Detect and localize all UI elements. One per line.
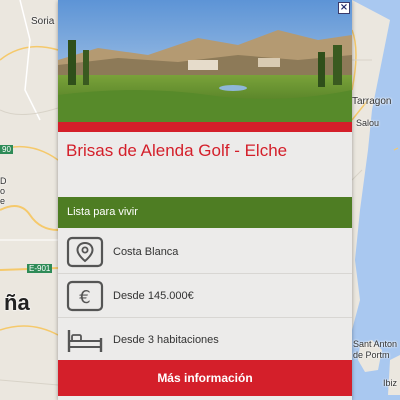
feature-bedrooms: Desde 3 habitaciones <box>58 318 352 362</box>
bed-icon <box>66 324 104 356</box>
property-photo <box>58 0 352 122</box>
map-label-edge-o: o <box>0 186 6 196</box>
road-shield-90: 90 <box>0 145 13 154</box>
property-title[interactable]: Brisas de Alenda Golf - Elche <box>66 141 346 161</box>
euro-icon: € <box>66 280 104 312</box>
road-shield-e901: E-901 <box>27 264 53 273</box>
map-label-ibiza: Ibiz <box>383 378 398 388</box>
map-label-spain: ña <box>4 290 30 315</box>
feature-price: € Desde 145.000€ <box>58 274 352 318</box>
title-accent-strip <box>58 122 352 132</box>
map-label-soria: Soria <box>31 16 55 27</box>
location-pin-icon <box>66 236 104 268</box>
map-label-salou: Salou <box>356 118 380 128</box>
status-bar: Lista para vivir <box>58 197 352 228</box>
feature-bedrooms-text: Desde 3 habitaciones <box>113 334 219 346</box>
property-info-card: × Brisas de Alenda Golf - Elche Lista pa… <box>58 0 352 400</box>
more-info-button[interactable]: Más información <box>58 360 352 396</box>
map-label-edge-d: D <box>0 176 7 186</box>
feature-location: Costa Blanca <box>58 230 352 274</box>
map-label-tarragona: Tarragon <box>352 96 392 107</box>
map-label-edge-e: e <box>0 196 6 206</box>
feature-location-text: Costa Blanca <box>113 246 179 258</box>
map-label-sant-antoni: Sant Anton <box>353 339 398 349</box>
close-button[interactable]: × <box>338 2 350 14</box>
status-label: Lista para vivir <box>67 206 138 218</box>
feature-price-text: Desde 145.000€ <box>113 290 194 302</box>
svg-text:€: € <box>79 287 90 308</box>
map-label-portmany: de Portm <box>353 350 390 360</box>
